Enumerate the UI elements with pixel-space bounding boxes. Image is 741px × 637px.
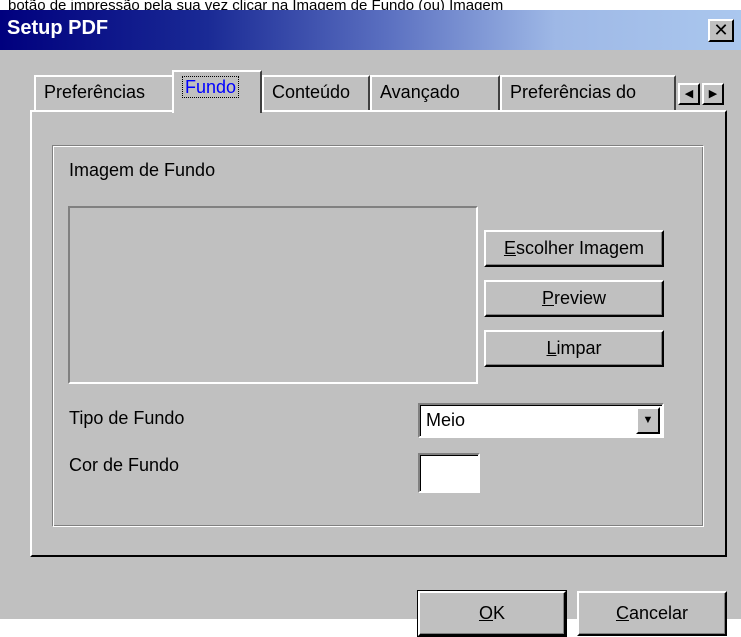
tab-label: Fundo xyxy=(182,76,240,98)
window-title: Setup PDF xyxy=(7,17,109,39)
background-color-swatch[interactable] xyxy=(418,453,480,493)
title-bar[interactable]: Setup PDF ✕ xyxy=(0,10,741,50)
image-section-label: Imagem de Fundo xyxy=(69,160,216,180)
close-button[interactable]: ✕ xyxy=(708,19,734,42)
tab-label: Preferências do xyxy=(510,82,637,102)
clear-button[interactable]: Limpar xyxy=(484,330,664,367)
choose-image-button[interactable]: Escolher Imagem xyxy=(484,230,664,267)
tab-conteudo[interactable]: Conteúdo xyxy=(262,75,370,110)
preview-button[interactable]: Preview xyxy=(484,280,664,317)
ok-mnemonic: O xyxy=(478,603,493,623)
tab-preferencias-do[interactable]: Preferências do xyxy=(500,75,676,110)
preview-label: review xyxy=(554,288,607,308)
cancel-button[interactable]: Cancelar xyxy=(577,591,727,636)
tab-label: Preferências xyxy=(44,82,146,102)
arrow-left-icon: ◀ xyxy=(684,88,694,100)
choose-image-mnemonic: E xyxy=(503,238,516,258)
cancel-mnemonic: C xyxy=(615,603,629,623)
close-icon: ✕ xyxy=(713,20,729,40)
chevron-down-icon: ▼ xyxy=(642,414,654,426)
arrow-right-icon: ▶ xyxy=(708,88,718,100)
background-type-label: Tipo de Fundo xyxy=(69,408,185,428)
dropdown-button[interactable]: ▼ xyxy=(636,407,660,434)
setup-pdf-dialog: Setup PDF ✕ Preferências Fundo Conteúdo … xyxy=(0,10,741,637)
cancel-label: ancelar xyxy=(628,603,689,623)
preview-mnemonic: P xyxy=(541,288,554,308)
ok-button[interactable]: OK xyxy=(418,591,566,636)
tab-avancado[interactable]: Avançado xyxy=(370,75,500,110)
clear-mnemonic: L xyxy=(546,338,557,358)
clear-label: impar xyxy=(556,338,602,358)
background-type-select[interactable]: Meio ▼ xyxy=(418,403,664,438)
tab-scroll-left-button[interactable]: ◀ xyxy=(678,83,700,105)
background-color-label: Cor de Fundo xyxy=(69,455,180,475)
tab-preferencias[interactable]: Preferências xyxy=(34,75,174,110)
tab-fundo[interactable]: Fundo xyxy=(172,70,262,113)
image-preview-area xyxy=(68,206,478,384)
background-type-value: Meio xyxy=(426,410,466,430)
tab-label: Avançado xyxy=(380,82,460,102)
tab-label: Conteúdo xyxy=(272,82,351,102)
choose-image-label: scolher Imagem xyxy=(515,238,645,258)
tab-scroll-right-button[interactable]: ▶ xyxy=(702,83,724,105)
ok-label: K xyxy=(493,603,506,623)
